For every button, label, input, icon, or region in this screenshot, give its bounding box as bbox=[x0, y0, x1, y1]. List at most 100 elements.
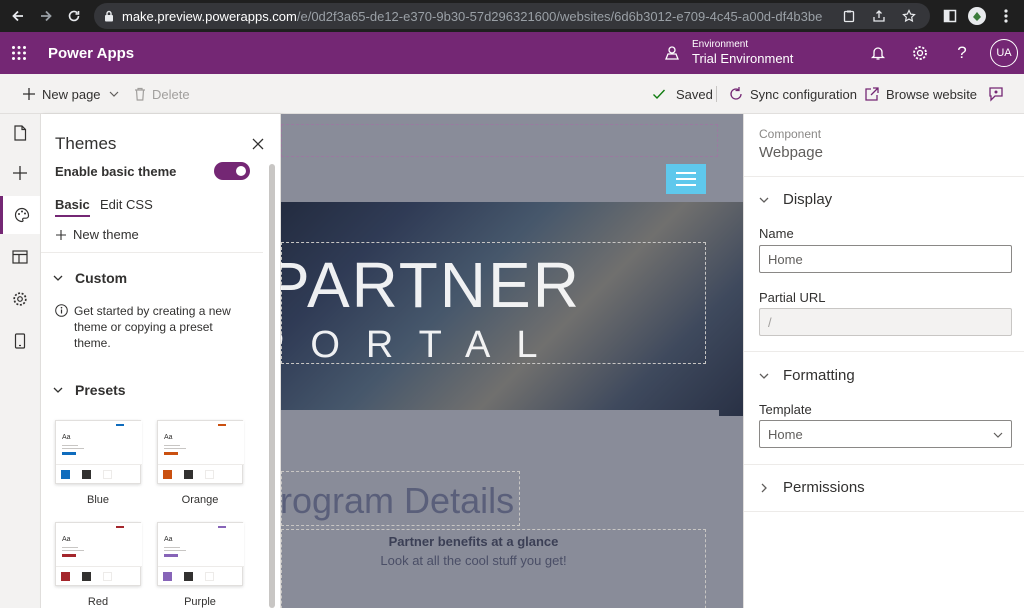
command-bar: New page Delete Saved Sync configuration… bbox=[0, 74, 1024, 114]
preset-label: Orange bbox=[181, 494, 219, 506]
presets-header-label: Presets bbox=[75, 382, 126, 398]
plus-icon bbox=[23, 88, 35, 100]
trash-icon bbox=[135, 87, 145, 101]
avatar[interactable]: UA bbox=[990, 39, 1018, 67]
chevron-down-icon bbox=[993, 432, 1003, 438]
component-value: Webpage bbox=[759, 144, 823, 161]
sync-configuration-button[interactable]: Sync configuration bbox=[728, 74, 857, 114]
menu-kebab-icon[interactable] bbox=[996, 6, 1016, 26]
chevron-down-icon bbox=[53, 275, 63, 281]
enable-basic-theme-toggle[interactable] bbox=[214, 162, 250, 180]
delete-label: Delete bbox=[152, 86, 190, 102]
section-title-region[interactable]: Program Details bbox=[281, 471, 520, 526]
new-theme-button[interactable]: New theme bbox=[55, 227, 139, 242]
formatting-section-header[interactable]: Formatting bbox=[759, 367, 855, 384]
panel-title: Themes bbox=[55, 134, 117, 153]
environment-picker[interactable]: Environment Trial Environment bbox=[664, 37, 793, 69]
sidebar-toggle-icon[interactable] bbox=[940, 6, 960, 26]
section-title: Program Details bbox=[281, 480, 515, 521]
template-dropdown[interactable]: Home bbox=[759, 420, 1012, 448]
enable-basic-theme-label: Enable basic theme bbox=[55, 164, 177, 179]
waffle-icon[interactable] bbox=[9, 43, 29, 63]
display-section-header[interactable]: Display bbox=[759, 191, 832, 208]
check-icon bbox=[653, 89, 666, 100]
custom-header-label: Custom bbox=[75, 270, 128, 286]
preset-label: Blue bbox=[86, 494, 110, 506]
address-bar[interactable]: make.preview.powerapps.com/e/0d2f3a65-de… bbox=[94, 3, 930, 29]
left-rail bbox=[0, 114, 41, 608]
chevron-right-icon bbox=[761, 483, 767, 492]
chevron-down-icon bbox=[53, 387, 63, 393]
environment-label: Environment bbox=[692, 39, 749, 50]
permissions-header-label: Permissions bbox=[783, 479, 865, 496]
profile-icon[interactable] bbox=[967, 6, 987, 26]
sync-icon bbox=[730, 87, 742, 100]
new-page-button[interactable]: New page bbox=[22, 74, 125, 114]
mobile-preview-icon[interactable] bbox=[0, 322, 40, 360]
browser-toolbar: make.preview.powerapps.com/e/0d2f3a65-de… bbox=[0, 0, 1024, 32]
preset-card-orange[interactable]: Aa bbox=[157, 420, 244, 484]
permissions-section-header[interactable]: Permissions bbox=[759, 479, 865, 496]
presets-section-header[interactable]: Presets bbox=[53, 382, 126, 398]
pages-icon[interactable] bbox=[0, 114, 40, 152]
star-icon[interactable] bbox=[902, 9, 916, 23]
custom-info-text: Get started by creating a new theme or c… bbox=[74, 304, 231, 350]
chevron-down-icon bbox=[109, 91, 118, 97]
url-domain: make.preview.powerapps.com bbox=[122, 8, 297, 24]
environment-icon bbox=[664, 45, 680, 61]
forward-icon[interactable] bbox=[36, 6, 56, 26]
chevron-down-icon bbox=[759, 373, 769, 379]
settings-icon[interactable] bbox=[0, 280, 40, 318]
gear-icon[interactable] bbox=[910, 43, 930, 63]
clipboard-icon[interactable] bbox=[842, 9, 856, 23]
component-label: Component bbox=[759, 127, 822, 141]
sync-label: Sync configuration bbox=[750, 86, 857, 102]
name-input[interactable]: Home bbox=[759, 245, 1012, 273]
delete-button[interactable]: Delete bbox=[134, 74, 190, 114]
app-title[interactable]: Power Apps bbox=[48, 45, 134, 62]
feedback-button[interactable] bbox=[988, 74, 1010, 114]
share-icon[interactable] bbox=[872, 9, 886, 23]
themes-palette-icon[interactable] bbox=[0, 196, 40, 234]
back-icon[interactable] bbox=[8, 6, 28, 26]
partial-url-input[interactable]: / bbox=[759, 308, 1012, 336]
preset-label: Purple bbox=[184, 596, 216, 608]
browse-website-button[interactable]: Browse website bbox=[864, 74, 977, 114]
help-icon[interactable]: ? bbox=[952, 43, 972, 63]
plus-icon bbox=[56, 229, 66, 240]
hamburger-menu-icon[interactable] bbox=[666, 164, 706, 194]
partial-url-value: / bbox=[768, 314, 772, 330]
name-label: Name bbox=[759, 226, 794, 241]
benefits-title: Partner benefits at a glance bbox=[388, 534, 559, 549]
new-page-label: New page bbox=[42, 86, 101, 102]
name-value: Home bbox=[768, 251, 803, 267]
header-region[interactable] bbox=[281, 124, 718, 157]
tab-edit-css[interactable]: Edit CSS bbox=[100, 197, 153, 212]
add-component-icon[interactable] bbox=[0, 154, 40, 192]
browse-label: Browse website bbox=[886, 86, 978, 102]
hero-title: PARTNER bbox=[281, 249, 581, 321]
preset-card-blue[interactable]: Aa bbox=[55, 420, 142, 484]
template-value: Home bbox=[768, 426, 803, 442]
chevron-down-icon bbox=[759, 197, 769, 203]
saved-label: Saved bbox=[676, 86, 713, 102]
feedback-icon bbox=[989, 87, 1003, 102]
preset-card-purple[interactable]: Aa bbox=[157, 522, 244, 586]
template-label: Template bbox=[759, 402, 812, 417]
preset-label: Red bbox=[87, 596, 109, 608]
bell-icon[interactable] bbox=[868, 43, 888, 63]
panel-scrollbar[interactable] bbox=[269, 164, 275, 608]
partial-url-label: Partial URL bbox=[759, 290, 826, 305]
tab-basic[interactable]: Basic bbox=[55, 197, 90, 217]
custom-section-header[interactable]: Custom bbox=[53, 270, 127, 286]
themes-panel: Themes Enable basic theme Basic Edit CSS… bbox=[41, 114, 281, 608]
templates-icon[interactable] bbox=[0, 238, 40, 276]
open-external-icon bbox=[865, 87, 879, 101]
preset-card-red[interactable]: Aa bbox=[55, 522, 142, 586]
display-header-label: Display bbox=[783, 191, 833, 208]
reload-icon[interactable] bbox=[64, 6, 84, 26]
close-icon[interactable] bbox=[252, 138, 264, 150]
environment-value: Trial Environment bbox=[692, 51, 794, 66]
benefits-subtitle: Look at all the cool stuff you get! bbox=[380, 553, 567, 568]
saved-status: Saved bbox=[652, 74, 713, 114]
